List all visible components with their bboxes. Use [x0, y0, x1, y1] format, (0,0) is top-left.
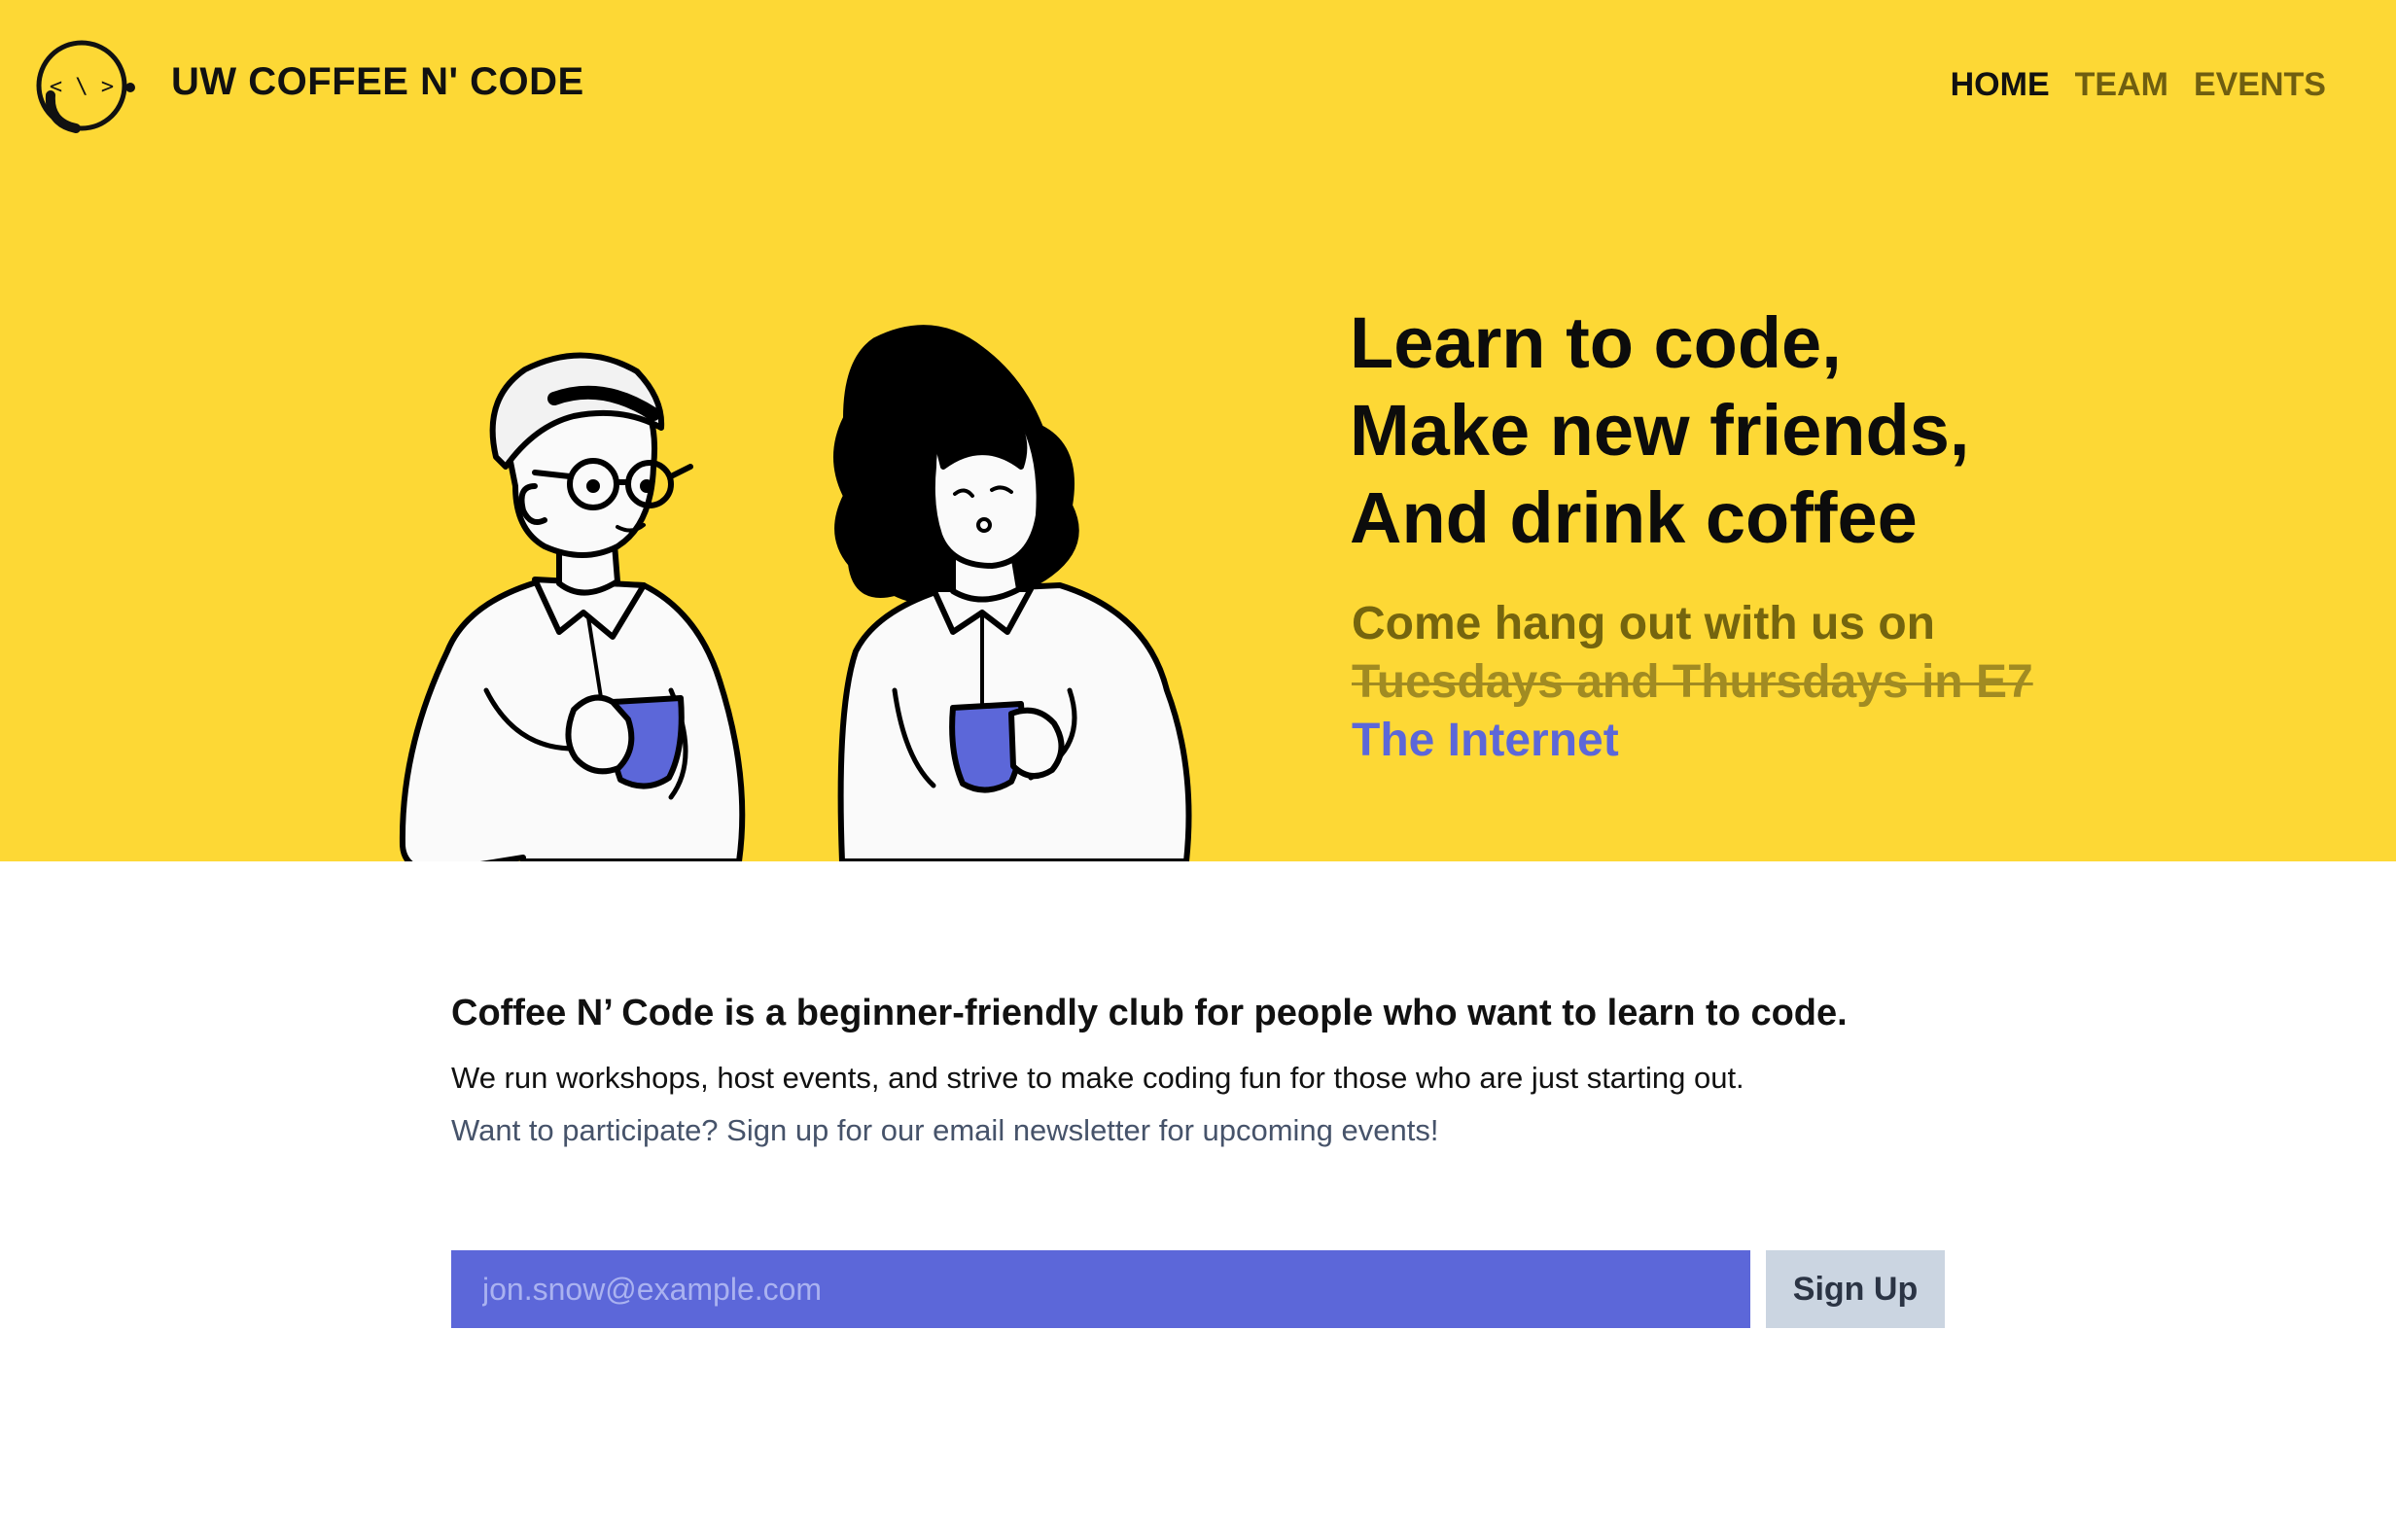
headline-line-2: Make new friends, — [1350, 390, 1970, 471]
headline-line-1: Learn to code, — [1350, 302, 1842, 383]
newsletter-cta: Want to participate? Sign up for our ema… — [451, 1113, 1439, 1147]
about-lead: Coffee N’ Code is a beginner-friendly cl… — [451, 993, 1848, 1033]
about-description: We run workshops, host events, and striv… — [451, 1061, 1744, 1095]
hero-subheading: Come hang out with us on Tuesdays and Th… — [1352, 595, 2033, 770]
subhead-text: Come hang out with us on — [1352, 598, 1935, 649]
about-section: Coffee N’ Code is a beginner-friendly cl… — [451, 984, 1949, 1155]
coffee-code-logo-icon[interactable]: < \ > — [31, 37, 140, 136]
nav-events-link[interactable]: EVENTS — [2194, 66, 2326, 104]
person-left — [399, 352, 746, 861]
hero-section: < \ > UW COFFEE N' CODE HOME TEAM EVENTS — [0, 0, 2396, 861]
brand-name[interactable]: UW COFFEE N' CODE — [171, 60, 584, 104]
two-people-drinking-coffee-illustration — [399, 325, 1192, 861]
email-input[interactable] — [451, 1250, 1750, 1328]
hero-headline: Learn to code, Make new friends, And dri… — [1350, 299, 1969, 562]
new-location-link[interactable]: The Internet — [1352, 712, 2033, 770]
nav-home-link[interactable]: HOME — [1951, 66, 2050, 104]
sign-up-button[interactable]: Sign Up — [1766, 1250, 1945, 1328]
newsletter-signup-form: Sign Up — [451, 1250, 1945, 1328]
person-right — [833, 325, 1192, 861]
main-nav: HOME TEAM EVENTS — [1951, 66, 2326, 104]
old-location-strikethrough: Tuesdays and Thursdays in E7 — [1352, 656, 2033, 708]
headline-line-3: And drink coffee — [1350, 477, 1918, 558]
nav-team-link[interactable]: TEAM — [2075, 66, 2168, 104]
svg-text:< \ >: < \ > — [50, 75, 114, 99]
